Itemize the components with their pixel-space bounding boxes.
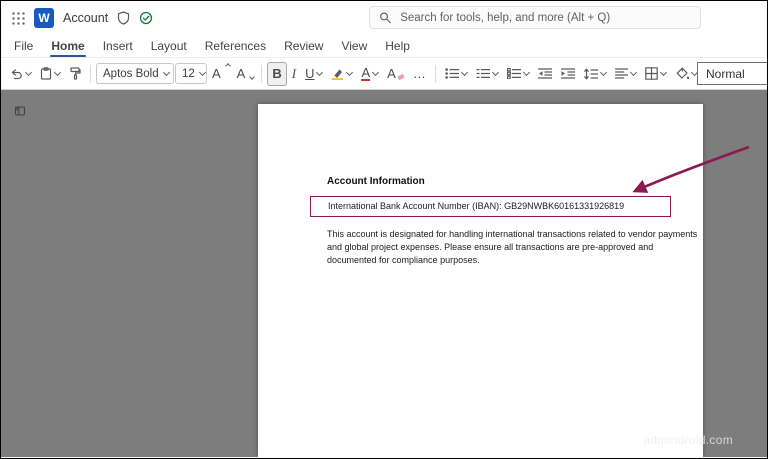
underline-label: U <box>305 66 314 81</box>
format-painter-icon <box>69 67 81 80</box>
doc-heading[interactable]: Account Information <box>327 176 703 187</box>
toolbar-divider <box>435 65 436 83</box>
menu-item-view[interactable]: View <box>332 34 376 57</box>
text-highlight-button[interactable] <box>327 62 356 86</box>
font-name-combobox[interactable]: Aptos Bold <box>96 63 174 84</box>
bold-label: B <box>272 66 281 81</box>
saved-status-icon[interactable] <box>139 11 153 25</box>
chevron-down-icon <box>54 68 61 75</box>
menu-item-review[interactable]: Review <box>275 34 332 57</box>
numbered-list-icon <box>476 68 490 79</box>
chevron-down-icon <box>250 74 256 80</box>
toolbar-divider <box>261 65 262 83</box>
clear-formatting-letter: A <box>387 66 396 81</box>
font-size-combobox[interactable]: 12 <box>175 63 207 84</box>
search-box[interactable] <box>369 6 701 29</box>
document-page[interactable]: Account Information International Bank A… <box>258 104 703 457</box>
bullets-button[interactable] <box>441 62 471 86</box>
iban-highlight-box[interactable]: International Bank Account Number (IBAN)… <box>310 196 671 217</box>
clear-formatting-button[interactable]: A <box>383 62 408 86</box>
font-size-value: 12 <box>182 68 195 80</box>
navigation-pane-icon <box>15 104 25 118</box>
checklist-icon <box>507 68 521 79</box>
menu-bar: File Home Insert Layout References Revie… <box>1 34 767 58</box>
sensitivity-label-icon[interactable] <box>117 11 130 25</box>
font-color-letter: A <box>361 66 370 82</box>
style-name-value: Normal <box>706 67 745 81</box>
highlighter-icon <box>331 67 344 80</box>
line-spacing-icon <box>584 68 598 80</box>
chevron-down-icon <box>461 68 468 75</box>
line-spacing-button[interactable] <box>580 62 610 86</box>
increase-indent-button[interactable] <box>557 62 579 86</box>
grow-font-letter: A <box>212 66 221 81</box>
menu-item-references[interactable]: References <box>196 34 275 57</box>
numbering-button[interactable] <box>472 62 502 86</box>
word-online-window: W Account File Home Insert Layout Refere… <box>0 0 768 459</box>
chevron-down-icon <box>316 68 323 75</box>
menu-item-help[interactable]: Help <box>376 34 419 57</box>
toolbar-divider <box>90 65 91 83</box>
chevron-down-icon <box>523 68 530 75</box>
bullet-list-icon <box>445 68 459 79</box>
chevron-down-icon <box>25 68 32 75</box>
italic-button[interactable]: I <box>288 62 300 86</box>
format-painter-button[interactable] <box>65 62 85 86</box>
bold-button[interactable]: B <box>267 62 286 86</box>
menu-item-file[interactable]: File <box>5 34 42 57</box>
document-canvas: Account Information International Bank A… <box>1 90 767 457</box>
indent-icon <box>561 68 575 79</box>
search-input[interactable] <box>398 11 691 25</box>
eraser-icon <box>397 74 404 80</box>
outdent-icon <box>538 68 552 79</box>
more-font-options-button[interactable]: … <box>409 62 430 86</box>
borders-button[interactable] <box>641 62 670 86</box>
chevron-down-icon <box>372 68 379 75</box>
menu-item-home[interactable]: Home <box>42 34 93 57</box>
clipboard-icon <box>40 67 52 80</box>
iban-line[interactable]: International Bank Account Number (IBAN)… <box>328 201 624 211</box>
app-launcher-icon[interactable] <box>11 11 25 25</box>
watermark: admindroid.com <box>643 433 733 447</box>
shrink-font-button[interactable]: A <box>233 62 257 86</box>
undo-icon <box>10 68 23 80</box>
style-gallery[interactable]: Normal <box>697 62 768 85</box>
decrease-indent-button[interactable] <box>534 62 556 86</box>
font-color-button[interactable]: A <box>357 62 382 86</box>
font-name-value: Aptos Bold <box>103 68 159 80</box>
chevron-down-icon <box>630 68 637 75</box>
grow-font-button[interactable]: A <box>208 62 232 86</box>
chevron-down-icon <box>346 68 353 75</box>
document-title[interactable]: Account <box>63 11 108 25</box>
checklist-button[interactable] <box>503 62 533 86</box>
shrink-font-letter: A <box>237 66 246 81</box>
align-button[interactable] <box>611 62 640 86</box>
navigation-pane-toggle[interactable] <box>9 100 31 122</box>
menu-item-layout[interactable]: Layout <box>142 34 196 57</box>
align-left-icon <box>615 68 628 79</box>
borders-icon <box>645 67 658 80</box>
italic-label: I <box>292 66 296 82</box>
chevron-down-icon <box>660 68 667 75</box>
chevron-up-icon <box>225 63 231 69</box>
ribbon-toolbar: Aptos Bold 12 A A B I U <box>1 58 767 90</box>
ellipsis-icon: … <box>413 66 426 81</box>
paste-button[interactable] <box>36 62 64 86</box>
chevron-down-icon <box>163 68 170 75</box>
menu-item-insert[interactable]: Insert <box>94 34 142 57</box>
chevron-down-icon <box>600 68 607 75</box>
chevron-down-icon <box>492 68 499 75</box>
word-logo-icon[interactable]: W <box>34 8 54 28</box>
doc-paragraph[interactable]: This account is designated for handling … <box>327 228 701 267</box>
paint-bucket-icon <box>675 67 689 80</box>
undo-button[interactable] <box>6 62 35 86</box>
search-icon <box>379 11 391 24</box>
chevron-down-icon <box>199 68 206 75</box>
underline-button[interactable]: U <box>301 62 326 86</box>
top-bar: W Account <box>1 1 767 34</box>
